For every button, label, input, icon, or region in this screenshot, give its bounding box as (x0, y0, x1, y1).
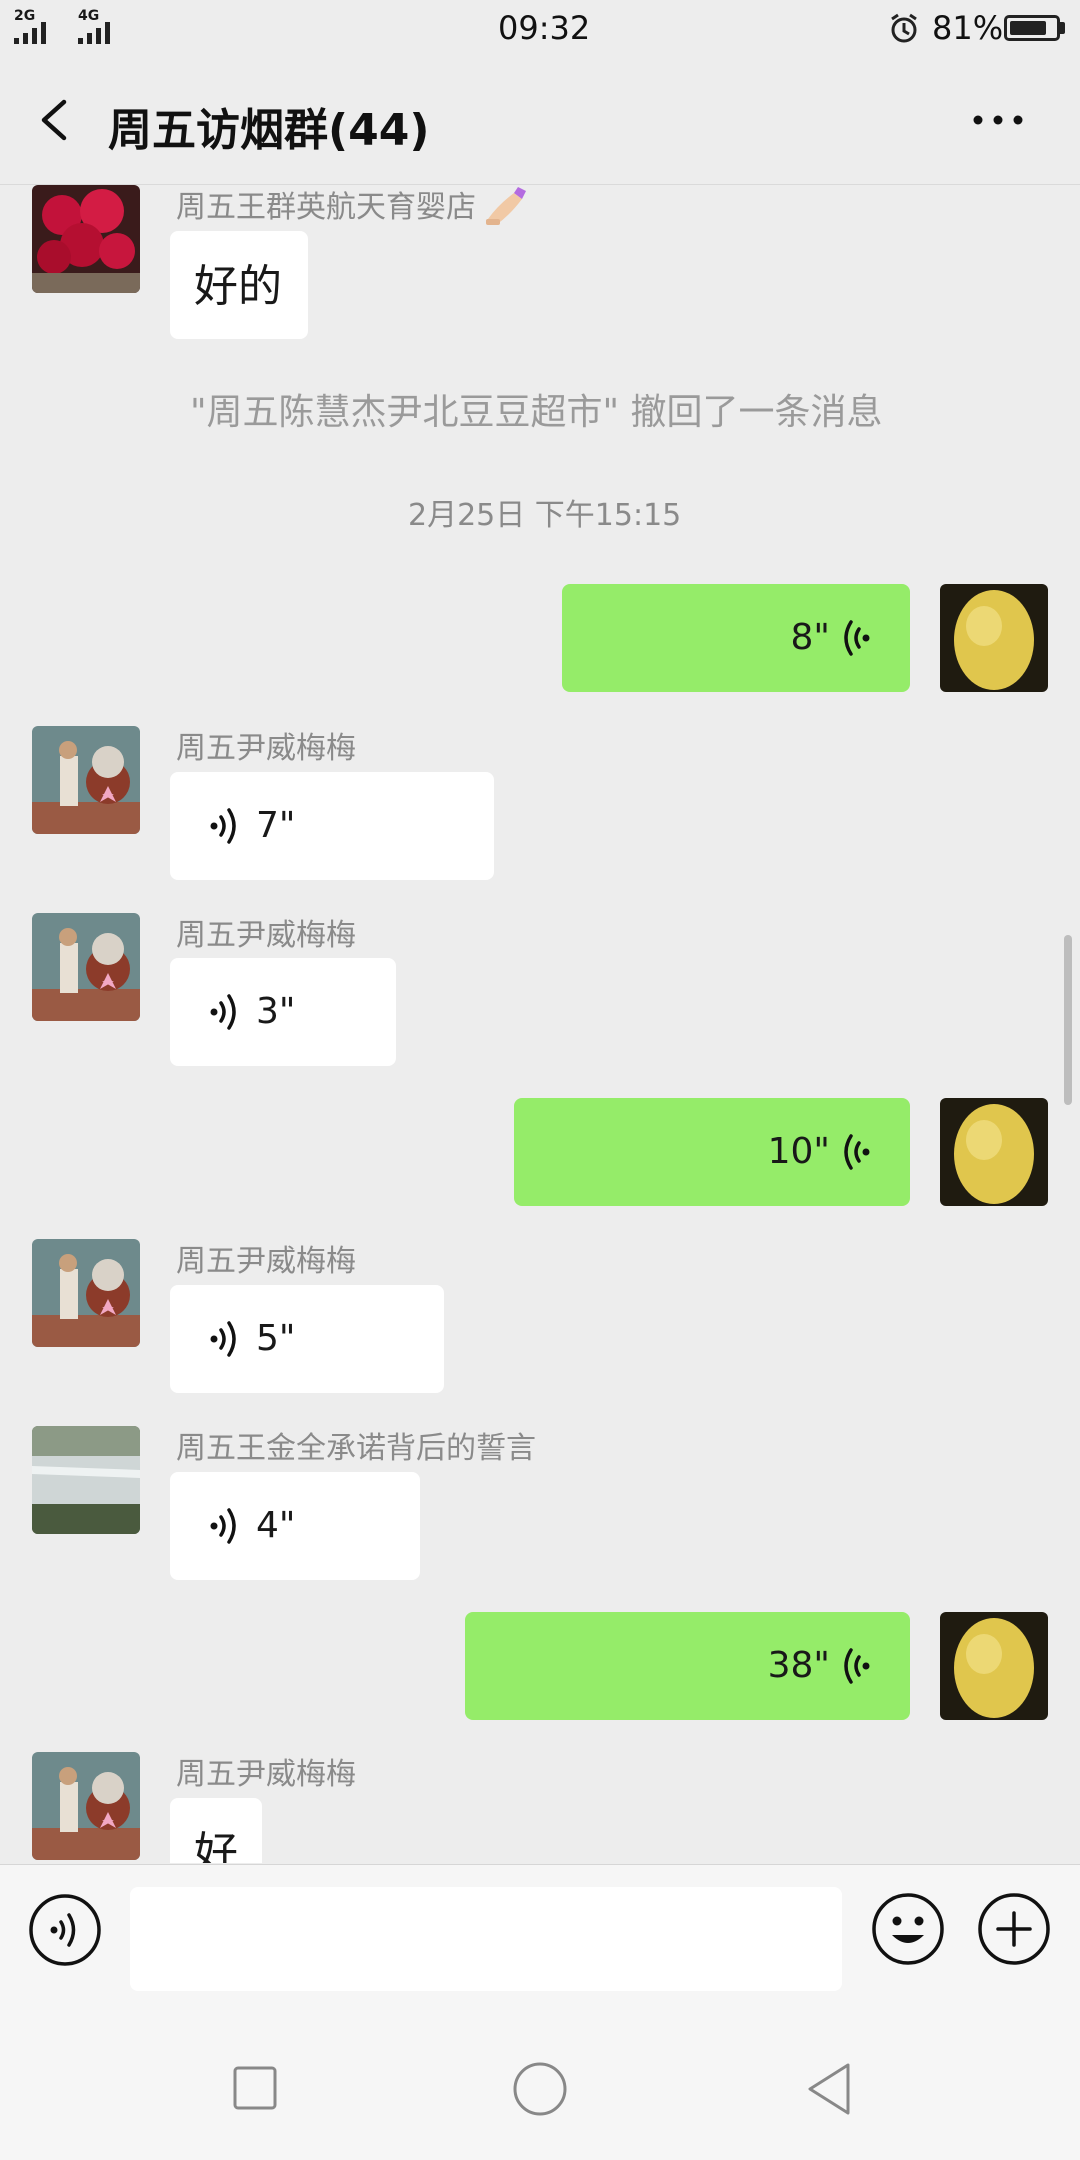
voice-wave-icon (210, 994, 236, 1030)
back-nav-button[interactable] (804, 2061, 854, 2117)
sender-name: 周五尹威梅梅 (176, 1244, 356, 1279)
emoji-button[interactable] (870, 1891, 946, 1967)
sender-name: 周五王群英航天育婴店 (176, 190, 476, 225)
avatar-monkey[interactable] (32, 726, 140, 834)
avatar-self[interactable] (940, 1612, 1048, 1720)
voice-wave-icon (210, 808, 236, 844)
more-actions-button[interactable] (976, 1891, 1052, 1967)
voice-bubble-incoming[interactable]: 5" (170, 1285, 444, 1393)
message-text: 好 (194, 1828, 238, 1864)
nail-emoji-icon (484, 185, 528, 231)
avatar-self[interactable] (940, 584, 1048, 692)
voice-duration: 10" (767, 1131, 830, 1172)
more-button[interactable] (968, 102, 1028, 138)
sender-name: 周五尹威梅梅 (176, 1757, 356, 1792)
status-time: 09:32 (498, 9, 591, 47)
voice-wave-icon (210, 1321, 236, 1357)
avatar-monkey[interactable] (32, 1752, 140, 1860)
voice-bubble-incoming[interactable]: 4" (170, 1472, 420, 1580)
circle-icon (513, 2062, 567, 2116)
chat-header: 周五访烟群(44) (0, 56, 1080, 185)
voice-wave-icon (844, 620, 870, 656)
sender-name: 周五王金全承诺背后的誓言 (176, 1431, 536, 1466)
battery-tip (1060, 22, 1065, 34)
avatar-roses[interactable] (32, 185, 140, 293)
voice-wave-icon (844, 1134, 870, 1170)
voice-bubble-outgoing[interactable]: 38" (465, 1612, 910, 1720)
voice-duration: 3" (256, 991, 296, 1032)
back-button[interactable] (30, 92, 86, 148)
voice-duration: 4" (256, 1505, 296, 1546)
input-bar (0, 1864, 1080, 1995)
status-bar: 2G 4G 09:32 81% (0, 0, 1080, 56)
voice-bubble-incoming[interactable]: 7" (170, 772, 494, 880)
alarm-icon (888, 12, 920, 48)
voice-duration: 5" (256, 1318, 296, 1359)
triangle-back-icon (808, 2063, 850, 2115)
battery-fill (1010, 21, 1046, 35)
voice-duration: 7" (256, 805, 296, 846)
voice-bubble-incoming[interactable]: 3" (170, 958, 396, 1066)
avatar-waterfall[interactable] (32, 1426, 140, 1534)
back-arrow-icon (41, 99, 67, 141)
voice-duration: 8" (790, 617, 830, 658)
signal-icon (14, 22, 54, 44)
scrollbar-thumb[interactable] (1064, 935, 1072, 1105)
text-bubble-incoming[interactable]: 好的 (170, 231, 308, 339)
voice-bubble-outgoing[interactable]: 8" (562, 584, 910, 692)
more-dots-icon (973, 115, 1023, 125)
voice-wave-icon (844, 1648, 870, 1684)
system-nav-bar (0, 1995, 1080, 2160)
message-timestamp: 2月25日 下午15:15 (408, 498, 682, 533)
voice-bubble-outgoing[interactable]: 10" (514, 1098, 910, 1206)
sender-name: 周五尹威梅梅 (176, 918, 356, 953)
voice-wave-icon (210, 1508, 236, 1544)
recall-notice: "周五陈慧杰尹北豆豆超市" 撤回了一条消息 (190, 392, 883, 433)
sender-name: 周五尹威梅梅 (176, 731, 356, 766)
avatar-monkey[interactable] (32, 913, 140, 1021)
avatar-self[interactable] (940, 1098, 1048, 1206)
text-bubble-incoming[interactable]: 好 (170, 1798, 262, 1863)
plus-icon (978, 1893, 1050, 1965)
recents-button[interactable] (232, 2065, 278, 2111)
avatar-monkey[interactable] (32, 1239, 140, 1347)
smiley-icon (872, 1893, 944, 1965)
signal-icon-2 (78, 22, 118, 44)
message-text: 好的 (194, 261, 282, 312)
battery-percent: 81% (932, 9, 1004, 47)
home-button[interactable] (512, 2061, 568, 2117)
voice-input-button[interactable] (28, 1893, 102, 1967)
battery-icon (1004, 15, 1060, 41)
message-input[interactable] (130, 1887, 842, 1991)
chat-title: 周五访烟群(44) (108, 105, 430, 156)
square-icon (233, 2066, 277, 2110)
voice-mode-icon (29, 1894, 101, 1966)
voice-duration: 38" (767, 1645, 830, 1686)
message-list[interactable]: 周五王群英航天育婴店 好的 "周五陈慧杰尹北豆豆超市" 撤回了一条消息 2月25… (0, 185, 1080, 1863)
